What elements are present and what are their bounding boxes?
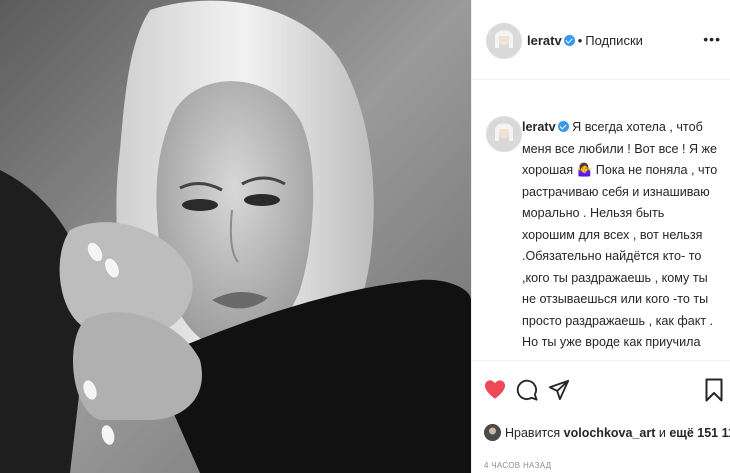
header-username[interactable]: leratv bbox=[527, 33, 562, 48]
verified-icon bbox=[557, 121, 569, 132]
caption-username[interactable]: leratv bbox=[522, 120, 556, 134]
post-side-panel: leratv • Подписки ••• leratv Я всегда хоте… bbox=[471, 0, 730, 473]
liker-username[interactable]: volochkova_art bbox=[564, 426, 656, 440]
likes-count[interactable]: ещё 151 110 bbox=[669, 426, 730, 440]
post-timestamp[interactable]: 4 ЧАСОВ НАЗАД bbox=[484, 461, 551, 470]
post-photo[interactable] bbox=[0, 0, 471, 473]
action-bar bbox=[472, 362, 730, 418]
comments-area[interactable]: leratv Я всегда хотела , чтоб меня все л… bbox=[472, 80, 730, 361]
caption-avatar[interactable] bbox=[486, 116, 522, 152]
heart-icon[interactable] bbox=[484, 379, 506, 400]
likes-line: Нравится volochkova_art и ещё 151 110 bbox=[484, 424, 730, 441]
portrait-image bbox=[0, 0, 471, 473]
following-button[interactable]: Подписки bbox=[585, 33, 643, 48]
header-user-line: leratv • Подписки bbox=[527, 32, 643, 50]
comment-icon[interactable] bbox=[516, 379, 538, 401]
liker-avatar[interactable] bbox=[484, 424, 501, 441]
caption-text: Я всегда хотела , чтоб меня все любили !… bbox=[522, 120, 718, 360]
more-icon[interactable]: ••• bbox=[703, 31, 721, 47]
verified-icon bbox=[563, 35, 575, 46]
likes-and: и bbox=[658, 426, 666, 440]
separator-dot: • bbox=[577, 33, 583, 48]
bookmark-icon[interactable] bbox=[705, 378, 723, 402]
share-icon[interactable] bbox=[548, 379, 570, 401]
likes-prefix: Нравится bbox=[505, 426, 561, 440]
avatar[interactable] bbox=[486, 23, 522, 59]
caption-text-block: leratv Я всегда хотела , чтоб меня все л… bbox=[522, 117, 718, 360]
post-header: leratv • Подписки ••• bbox=[472, 0, 730, 80]
